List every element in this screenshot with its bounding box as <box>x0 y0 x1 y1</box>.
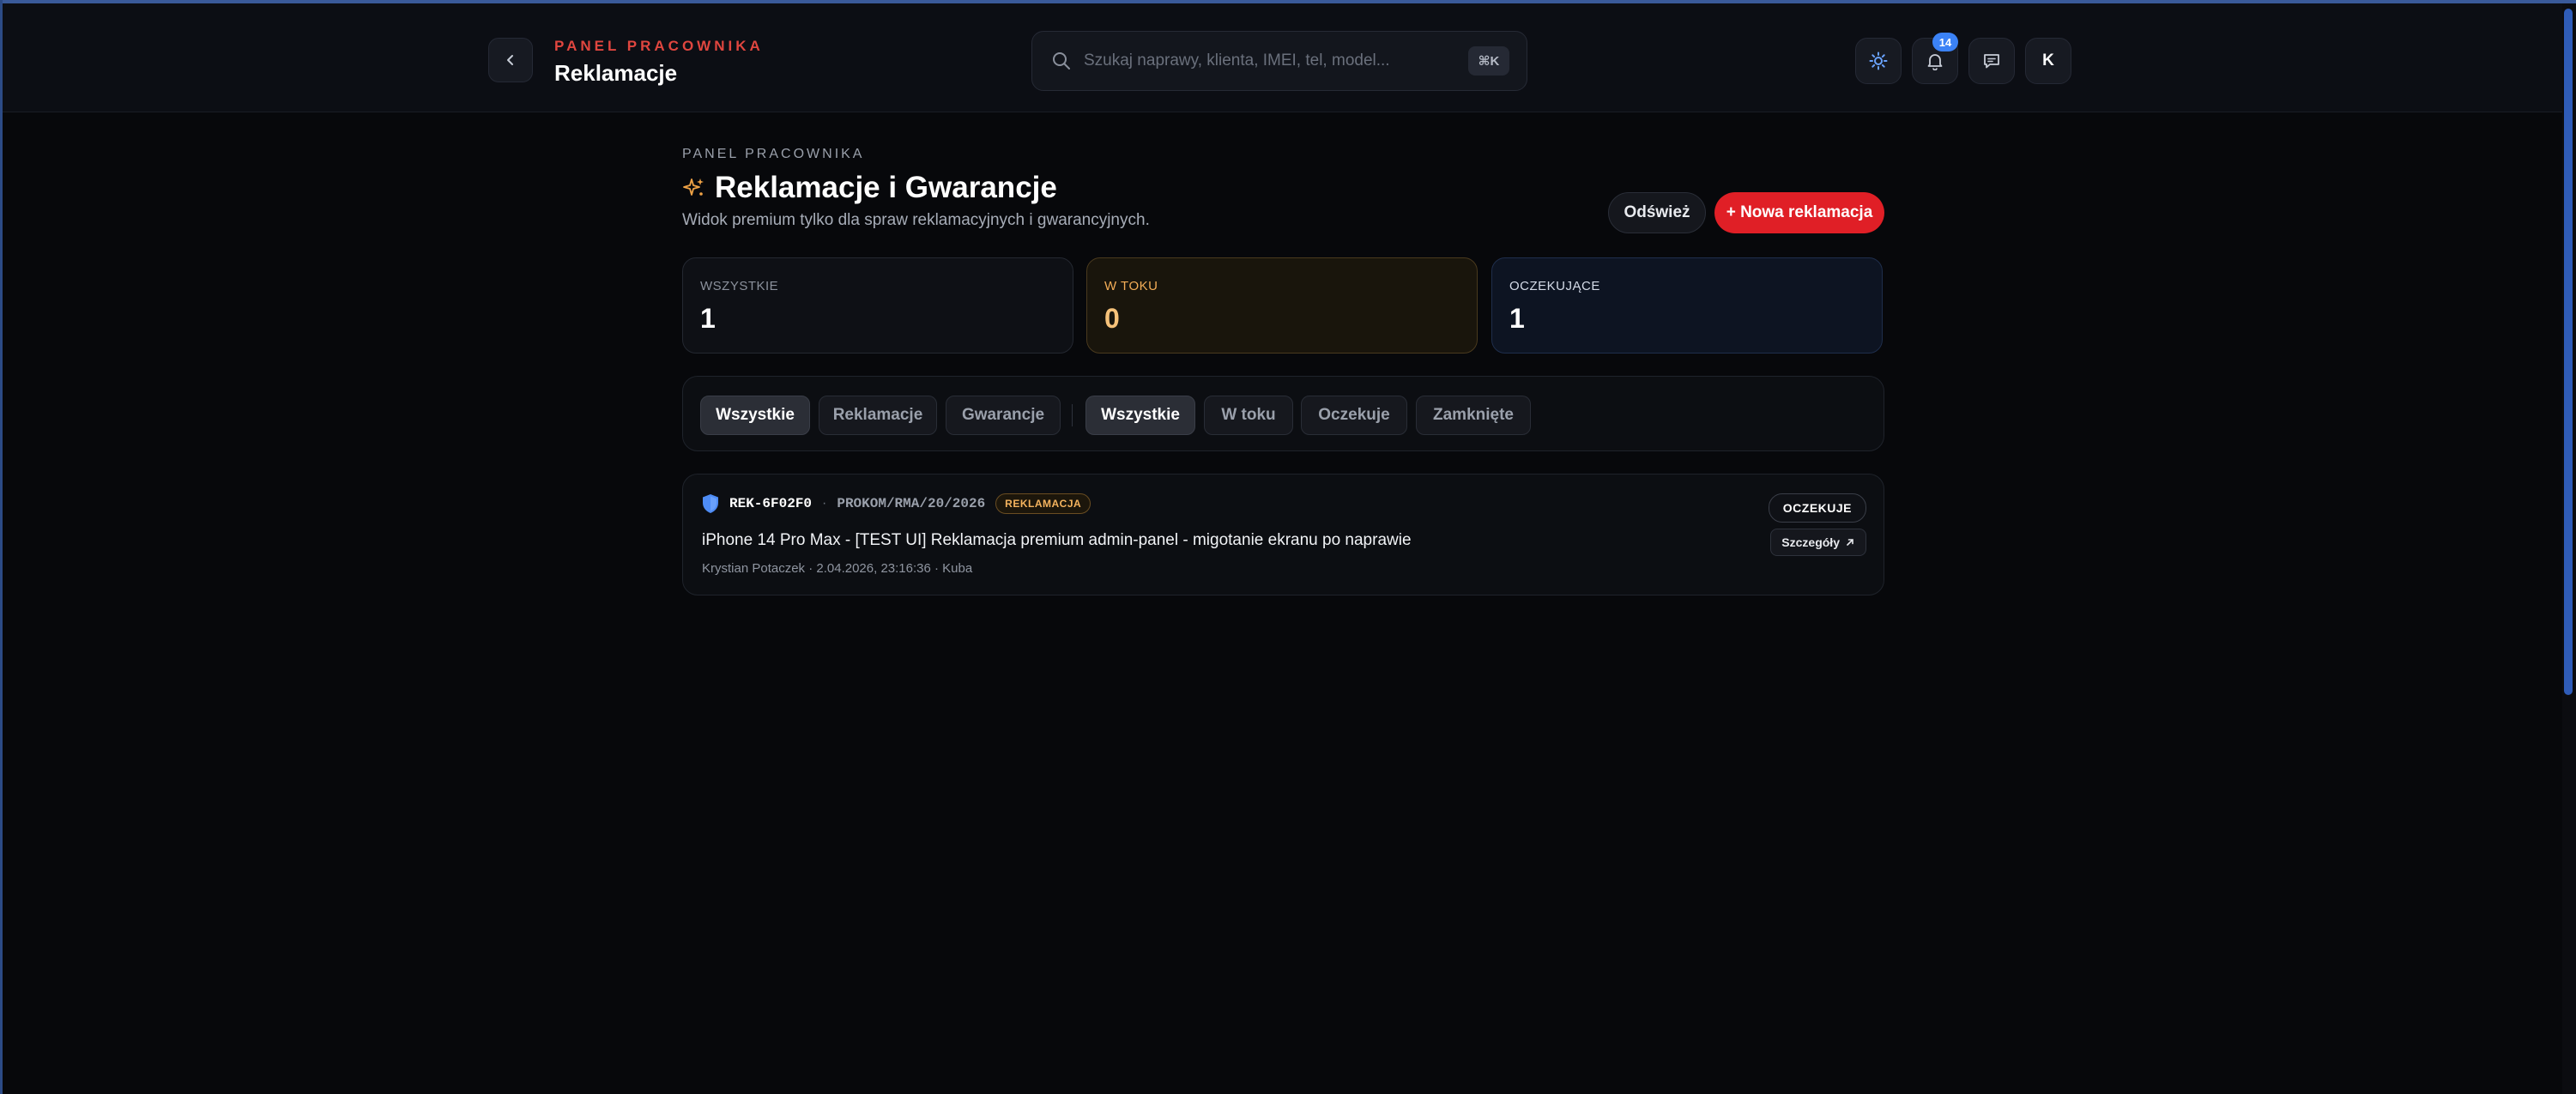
scrollbar-track[interactable] <box>2562 3 2576 1094</box>
status-filter-in-progress[interactable]: W toku <box>1204 396 1293 435</box>
type-filter-all[interactable]: Wszystkie <box>700 396 810 435</box>
notification-badge: 14 <box>1932 33 1958 51</box>
stat-label: OCZEKUJĄCE <box>1509 279 1600 293</box>
search-shortcut-hint: ⌘K <box>1468 46 1509 76</box>
avatar-initial: K <box>2042 51 2054 70</box>
new-complaint-button[interactable]: + Nowa reklamacja <box>1714 192 1884 233</box>
chat-icon <box>1984 54 1999 69</box>
messages-button[interactable] <box>1968 38 2015 84</box>
search-input[interactable] <box>1082 45 1454 76</box>
refresh-button[interactable]: Odśwież <box>1608 192 1706 233</box>
theme-toggle-button[interactable] <box>1855 38 1902 84</box>
type-filter-complaints[interactable]: Reklamacje <box>819 396 937 435</box>
stat-value: 1 <box>1509 303 1525 334</box>
search-icon <box>1053 52 1070 70</box>
separator-dot: · <box>822 496 827 511</box>
scrollbar-thumb[interactable] <box>2564 9 2573 695</box>
sparkles-icon <box>683 178 704 196</box>
case-details-button[interactable]: Szczegóły <box>1770 529 1866 556</box>
status-filter-all[interactable]: Wszystkie <box>1085 396 1195 435</box>
case-status-badge: OCZEKUJE <box>1768 493 1866 523</box>
case-rma-number: PROKOM/RMA/20/2026 <box>837 496 986 511</box>
shield-icon <box>703 494 718 513</box>
case-header: REK-6F02F0 · PROKOM/RMA/20/2026 REKLAMAC… <box>702 493 1091 514</box>
window-left-border <box>0 0 3 1094</box>
status-filter-pending[interactable]: Oczekuje <box>1301 396 1407 435</box>
stat-value: 0 <box>1104 303 1120 334</box>
external-arrow-icon <box>1847 539 1853 546</box>
stat-label: W TOKU <box>1104 279 1158 293</box>
search-box[interactable]: ⌘K <box>1031 31 1527 91</box>
page-title-row: Reklamacje i Gwarancje <box>682 171 1057 205</box>
page-title: Reklamacje i Gwarancje <box>715 171 1057 204</box>
top-bar: PANEL PRACOWNIKA Reklamacje ⌘K K <box>3 3 2562 112</box>
case-title: iPhone 14 Pro Max - [TEST UI] Reklamacja… <box>702 531 1412 549</box>
chevron-left-icon <box>507 55 513 65</box>
back-button[interactable] <box>488 38 533 82</box>
header-title: Reklamacje <box>554 60 678 86</box>
page-subtitle: Widok premium tylko dla spraw reklamacyj… <box>682 211 1150 229</box>
bell-icon <box>1927 54 1943 70</box>
type-filter-warranties[interactable]: Gwarancje <box>946 396 1061 435</box>
stat-card-all: WSZYSTKIE 1 <box>682 257 1073 354</box>
header-kicker: PANEL PRACOWNIKA <box>554 38 764 54</box>
stat-value: 1 <box>700 303 716 334</box>
stat-card-in-progress: W TOKU 0 <box>1086 257 1478 354</box>
user-avatar-button[interactable]: K <box>2025 38 2071 84</box>
status-filter-closed[interactable]: Zamknięte <box>1416 396 1531 435</box>
details-label: Szczegóły <box>1781 535 1840 549</box>
filter-divider <box>1072 404 1073 426</box>
sun-icon <box>1869 51 1888 70</box>
stat-card-pending: OCZEKUJĄCE 1 <box>1491 257 1883 354</box>
case-card[interactable]: REK-6F02F0 · PROKOM/RMA/20/2026 REKLAMAC… <box>682 474 1884 595</box>
case-meta: Krystian Potaczek · 2.04.2026, 23:16:36 … <box>702 561 973 576</box>
case-id: REK-6F02F0 <box>729 496 813 511</box>
page-kicker: PANEL PRACOWNIKA <box>682 147 865 161</box>
case-type-tag: REKLAMACJA <box>995 493 1091 514</box>
stat-label: WSZYSTKIE <box>700 279 779 293</box>
filter-bar: Wszystkie Reklamacje Gwarancje Wszystkie… <box>682 376 1884 451</box>
